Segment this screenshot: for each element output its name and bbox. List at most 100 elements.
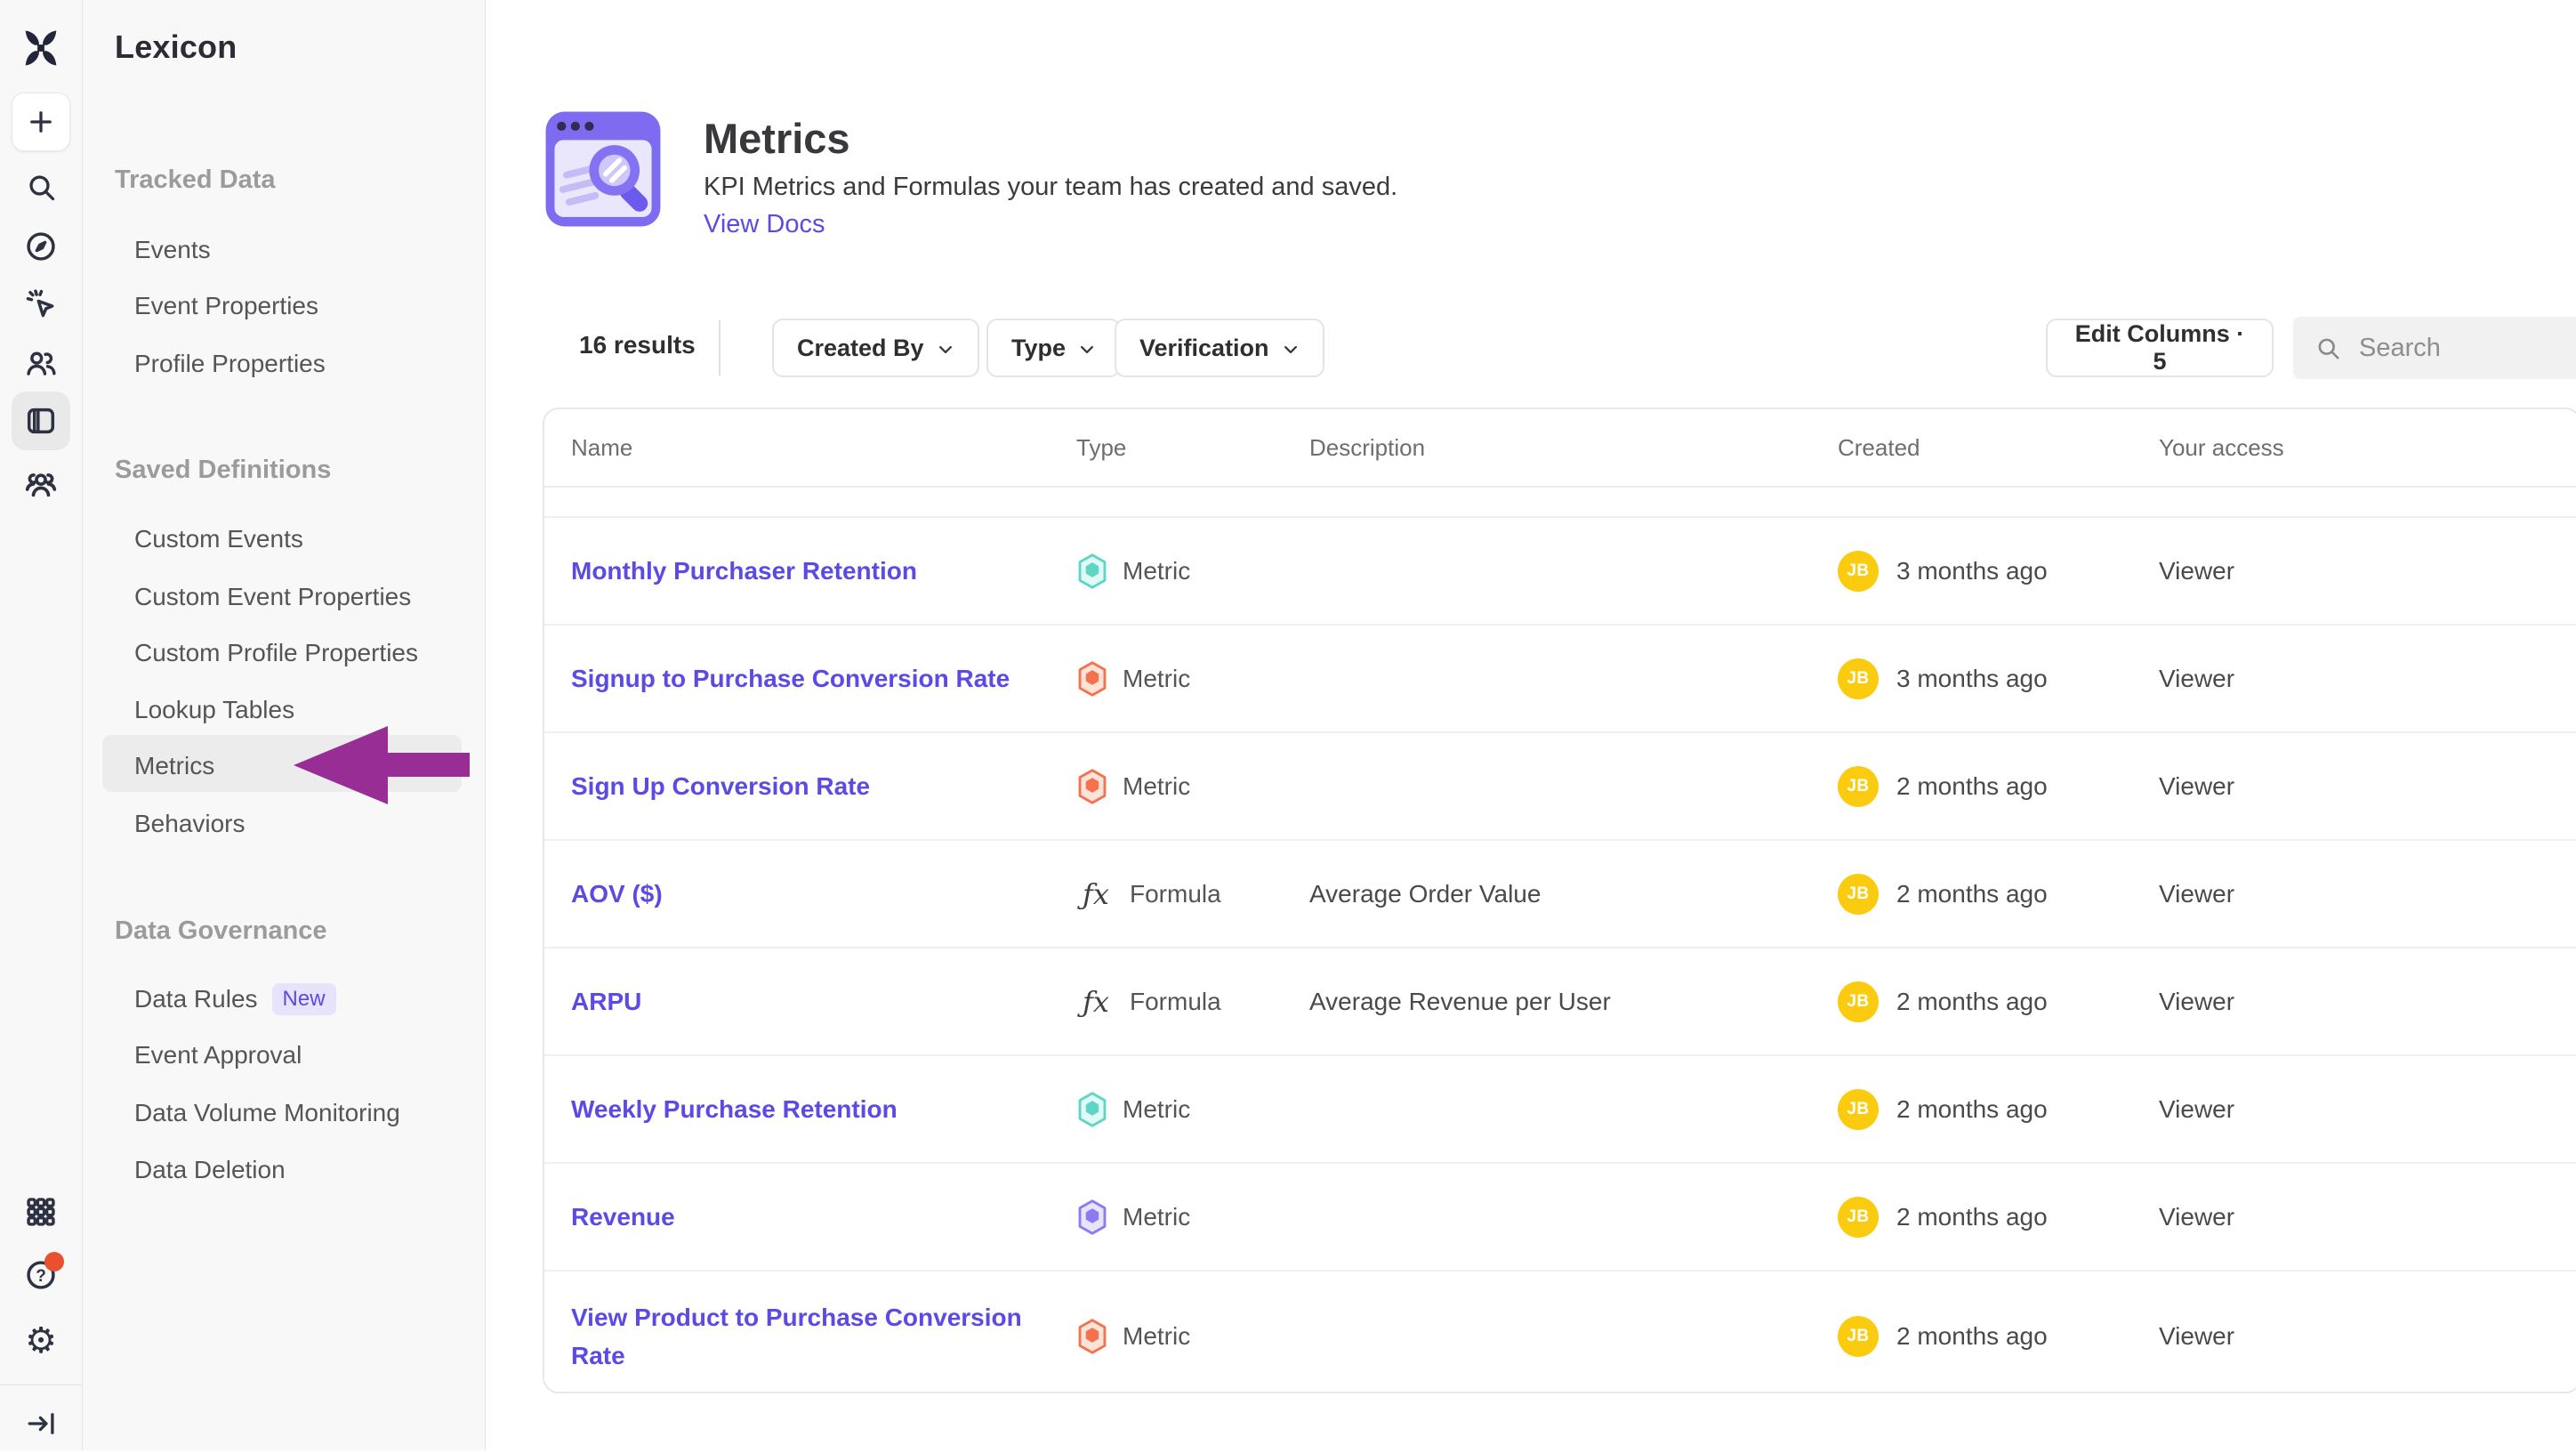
created-time: 3 months ago [1896,665,2048,693]
column-header-type[interactable]: Type [1076,434,1309,462]
sidebar-item-label: Custom Events [134,521,303,557]
main-content: Metrics KPI Metrics and Formulas your te… [486,0,2576,1450]
type-label: Metric [1123,1322,1190,1351]
hex-teal-metric-icon [1076,553,1108,590]
sidebar-item-profile-properties[interactable]: Profile Properties [134,346,326,382]
created-time: 2 months ago [1896,772,2048,801]
column-header-created[interactable]: Created [1838,434,2159,462]
search-box[interactable] [2293,317,2576,379]
sidebar-item-label: Data Rules [134,981,258,1017]
filter-label: Type [1011,335,1066,362]
metric-name-link[interactable]: AOV ($) [571,880,663,908]
sidebar-section-header: Saved Definitions [115,455,331,485]
creator-avatar: JB [1838,1089,1879,1130]
access-level: Viewer [2159,880,2576,908]
filter-label: Verification [1139,335,1269,362]
collapse-icon[interactable] [0,1394,82,1453]
new-badge: New [272,983,336,1015]
search-icon[interactable] [0,157,82,216]
filter-type-button[interactable]: Type [986,319,1121,377]
search-icon [2314,335,2341,361]
sidebar-item-label: Profile Properties [134,346,326,382]
sidebar-item-lookup-tables[interactable]: Lookup Tables [134,692,294,728]
type-label: Formula [1130,880,1221,908]
sidebar-section-header: Tracked Data [115,165,276,195]
access-level: Viewer [2159,557,2576,585]
access-level: Viewer [2159,1095,2576,1124]
metric-name-link[interactable]: Monthly Purchaser Retention [571,557,917,585]
lexicon-panel-icon[interactable] [0,392,82,450]
settings-icon[interactable]: ⚙ [0,1312,82,1370]
access-level: Viewer [2159,665,2576,693]
created-time: 2 months ago [1896,1322,2048,1351]
metrics-table-card: Name Type Description Created Your acces… [543,408,2576,1393]
sidebar-item-behaviors[interactable]: Behaviors [134,806,246,842]
help-icon[interactable]: ? [0,1246,82,1304]
compass-icon[interactable] [0,217,82,276]
access-level: Viewer [2159,772,2576,801]
svg-text:?: ? [36,1267,46,1286]
sidebar-item-label: Behaviors [134,806,246,842]
table-row: Monthly Purchaser Retention MetricJB3 mo… [544,518,2576,626]
metric-name-link[interactable]: Sign Up Conversion Rate [571,772,870,800]
table-row: Signup to Purchase Conversion Rate Metri… [544,626,2576,733]
sidebar-item-data-deletion[interactable]: Data Deletion [134,1152,286,1188]
hex-orange-metric-icon [1076,660,1108,698]
sidebar-item-data-rules[interactable]: Data Rules New [134,981,336,1017]
group-icon[interactable] [0,454,82,513]
creator-avatar: JB [1838,658,1879,699]
sidebar-item-label: Lookup Tables [134,692,294,728]
sidebar-item-custom-event-properties[interactable]: Custom Event Properties [134,579,411,615]
cursor-click-icon[interactable] [0,275,82,334]
metric-name-link[interactable]: ARPU [571,988,641,1015]
sidebar-item-metrics[interactable]: Metrics [134,748,214,784]
chevron-down-icon [1282,343,1300,356]
sidebar-item-event-properties[interactable]: Event Properties [134,288,318,324]
search-input[interactable] [2357,333,2565,364]
column-header-access[interactable]: Your access [2159,434,2576,462]
filter-verification-button[interactable]: Verification [1115,319,1324,377]
apps-grid-icon[interactable] [0,1183,82,1241]
plus-icon[interactable] [0,93,82,151]
column-header-name[interactable]: Name [571,434,1076,462]
metric-name-link[interactable]: Weekly Purchase Retention [571,1095,898,1123]
sidebar-item-label: Custom Profile Properties [134,635,418,671]
table-header-row: Name Type Description Created Your acces… [544,409,2576,488]
sidebar-item-label: Event Approval [134,1037,302,1073]
sidebar-item-label: Event Properties [134,288,318,324]
access-level: Viewer [2159,1203,2576,1231]
creator-avatar: JB [1838,1316,1879,1357]
created-time: 2 months ago [1896,1203,2048,1231]
column-header-description[interactable]: Description [1309,434,1838,462]
metric-name-link[interactable]: Revenue [571,1203,675,1231]
hex-purple-metric-icon [1076,1199,1108,1236]
created-time: 3 months ago [1896,557,2048,585]
type-label: Metric [1123,557,1190,585]
create-button[interactable] [12,93,70,151]
table-row: View Product to Purchase Conversion Rate… [544,1271,2576,1393]
toolbar-divider [719,320,720,375]
edit-columns-label: Edit Columns · 5 [2071,320,2249,375]
mixpanel-logo-icon [0,19,82,77]
creator-avatar: JB [1838,766,1879,807]
sidebar-item-custom-profile-properties[interactable]: Custom Profile Properties [134,635,418,671]
sidebar-item-label: Data Volume Monitoring [134,1095,400,1131]
sidebar-item-custom-events[interactable]: Custom Events [134,521,303,557]
sidebar-item-data-volume-monitoring[interactable]: Data Volume Monitoring [134,1095,400,1131]
filter-created-by-button[interactable]: Created By [772,319,979,377]
formula-icon: ƒx [1076,877,1115,911]
creator-avatar: JB [1838,874,1879,915]
hex-teal-metric-icon [1076,1091,1108,1128]
sidebar-item-events[interactable]: Events [134,232,211,268]
sidebar-item-event-approval[interactable]: Event Approval [134,1037,302,1073]
users-icon[interactable] [0,334,82,392]
scrolled-row-sliver [544,488,2576,518]
created-time: 2 months ago [1896,988,2048,1016]
sidebar-item-label: Metrics [134,748,214,784]
metric-name-link[interactable]: Signup to Purchase Conversion Rate [571,665,1010,692]
metric-name-link[interactable]: View Product to Purchase Conversion Rate [571,1304,1022,1369]
view-docs-link[interactable]: View Docs [704,210,825,239]
table-row: ARPUƒxFormulaAverage Revenue per UserJB2… [544,948,2576,1056]
edit-columns-button[interactable]: Edit Columns · 5 [2046,319,2274,377]
hex-orange-metric-icon [1076,768,1108,805]
